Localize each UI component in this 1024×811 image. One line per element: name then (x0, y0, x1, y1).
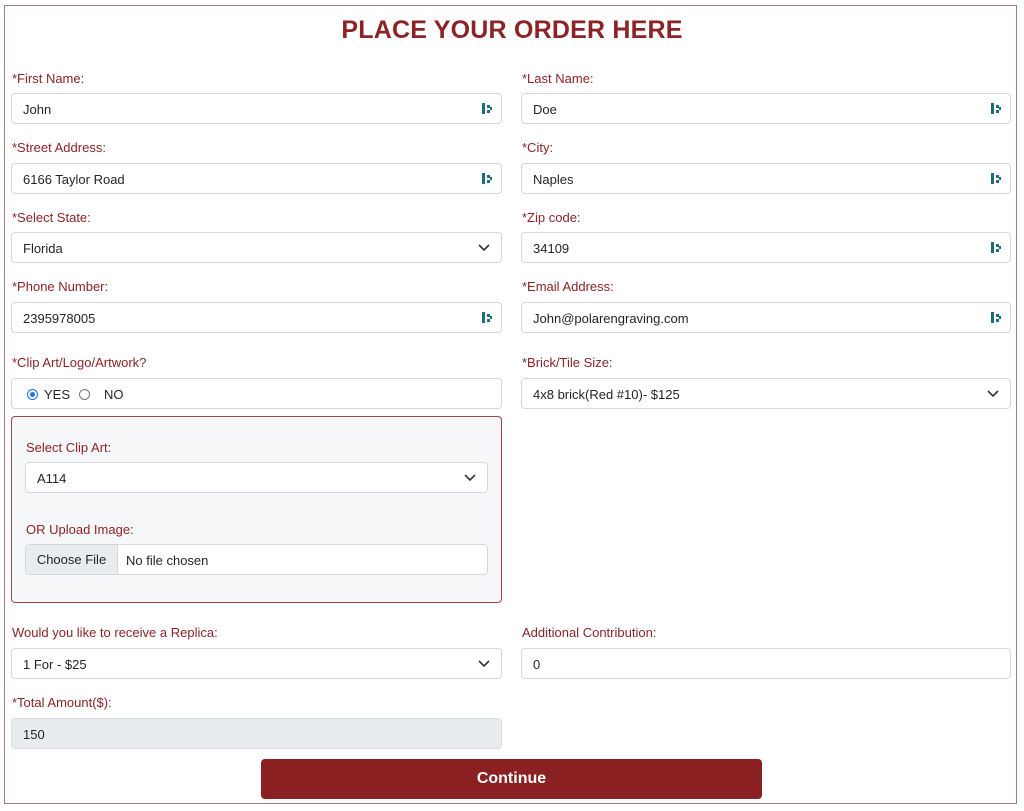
replica-select[interactable]: 1 For - $25 (11, 648, 502, 679)
no-radio-label[interactable]: NO (104, 387, 124, 402)
phone-input[interactable]: 2395978005 (11, 302, 502, 333)
password-manager-key-icon[interactable] (990, 102, 1002, 115)
state-label: *Select State: (12, 210, 91, 225)
first-name-value: John (23, 102, 52, 117)
chevron-down-icon (478, 660, 490, 668)
email-label: *Email Address: (522, 279, 614, 294)
continue-button[interactable]: Continue (261, 759, 762, 799)
state-value: Florida (23, 241, 63, 256)
clip-art-question-label: *Clip Art/Logo/Artwork? (12, 355, 147, 370)
clip-art-select[interactable]: A114 (25, 462, 488, 493)
chevron-down-icon (987, 390, 999, 398)
phone-value: 2395978005 (23, 311, 96, 326)
first-name-input[interactable]: John (11, 93, 502, 124)
yes-radio-label[interactable]: YES (44, 387, 70, 402)
choose-file-button[interactable]: Choose File (26, 545, 118, 574)
email-input[interactable]: John@polarengraving.com (521, 302, 1011, 333)
file-upload-input[interactable]: Choose File No file chosen (25, 544, 488, 575)
zip-value: 34109 (533, 241, 570, 256)
clip-art-radio-group: YES NO (11, 378, 502, 409)
no-radio[interactable] (79, 389, 90, 400)
password-manager-key-icon[interactable] (481, 172, 493, 185)
password-manager-key-icon[interactable] (990, 311, 1002, 324)
first-name-label: *First Name: (12, 71, 85, 86)
brick-size-label: *Brick/Tile Size: (522, 355, 613, 370)
password-manager-key-icon[interactable] (990, 172, 1002, 185)
password-manager-key-icon[interactable] (990, 241, 1002, 254)
brick-size-select[interactable]: 4x8 brick(Red #10)- $125 (521, 378, 1011, 409)
chevron-down-icon (478, 244, 490, 252)
password-manager-key-icon[interactable] (481, 102, 493, 115)
replica-value: 1 For - $25 (23, 657, 87, 672)
last-name-input[interactable]: Doe (521, 93, 1011, 124)
contribution-input[interactable]: 0 (521, 648, 1011, 679)
password-manager-key-icon[interactable] (481, 311, 493, 324)
state-select[interactable]: Florida (11, 232, 502, 263)
street-address-input[interactable]: 6166 Taylor Road (11, 163, 502, 194)
replica-label: Would you like to receive a Replica: (12, 625, 218, 640)
page-title: PLACE YOUR ORDER HERE (341, 16, 683, 44)
clip-art-value: A114 (37, 471, 67, 486)
brick-size-value: 4x8 brick(Red #10)- $125 (533, 387, 680, 402)
file-status-text: No file chosen (126, 553, 209, 568)
phone-label: *Phone Number: (12, 279, 109, 294)
last-name-value: Doe (533, 102, 557, 117)
city-input[interactable]: Naples (521, 163, 1011, 194)
last-name-label: *Last Name: (522, 71, 594, 86)
total-amount-label: *Total Amount($): (12, 695, 112, 710)
yes-radio[interactable] (27, 389, 38, 400)
contribution-label: Additional Contribution: (522, 625, 657, 640)
street-address-label: *Street Address: (12, 140, 106, 155)
city-value: Naples (533, 172, 574, 187)
total-amount-value: 150 (23, 727, 45, 742)
zip-input[interactable]: 34109 (521, 232, 1011, 263)
email-value: John@polarengraving.com (533, 311, 689, 326)
city-label: *City: (522, 140, 554, 155)
upload-image-label: OR Upload Image: (26, 522, 134, 537)
street-address-value: 6166 Taylor Road (23, 172, 125, 187)
chevron-down-icon (464, 474, 476, 482)
total-amount-field: 150 (11, 718, 502, 749)
select-clip-art-label: Select Clip Art: (26, 440, 112, 455)
contribution-value: 0 (533, 657, 541, 672)
zip-label: *Zip code: (522, 210, 581, 225)
